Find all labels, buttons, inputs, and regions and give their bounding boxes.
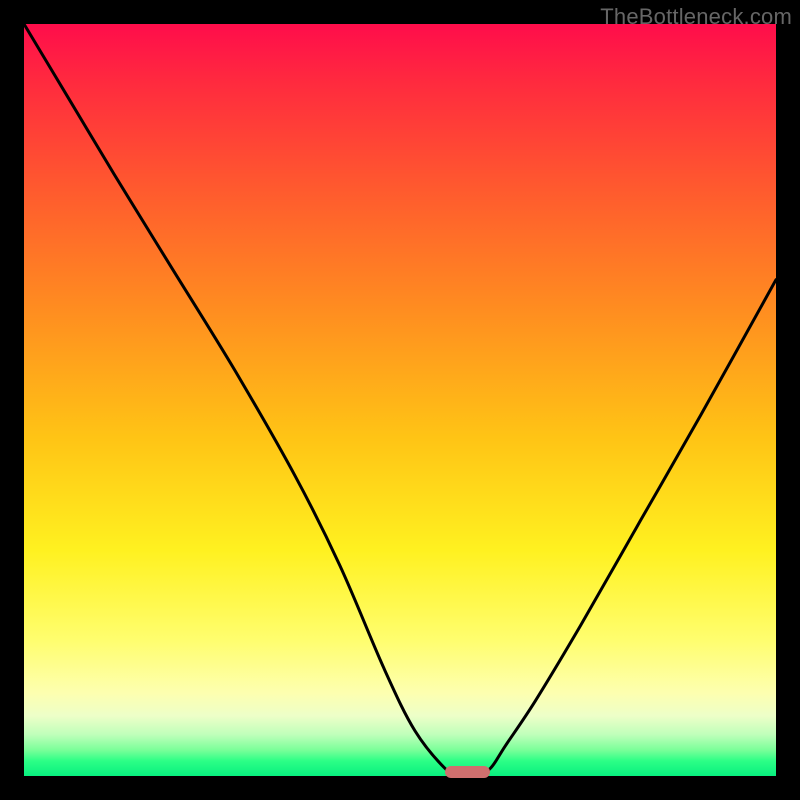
curve-path bbox=[24, 24, 776, 777]
watermark-text: TheBottleneck.com bbox=[600, 4, 792, 30]
bottleneck-curve bbox=[24, 24, 776, 776]
optimum-marker bbox=[445, 766, 490, 778]
chart-frame: TheBottleneck.com bbox=[0, 0, 800, 800]
plot-area bbox=[24, 24, 776, 776]
